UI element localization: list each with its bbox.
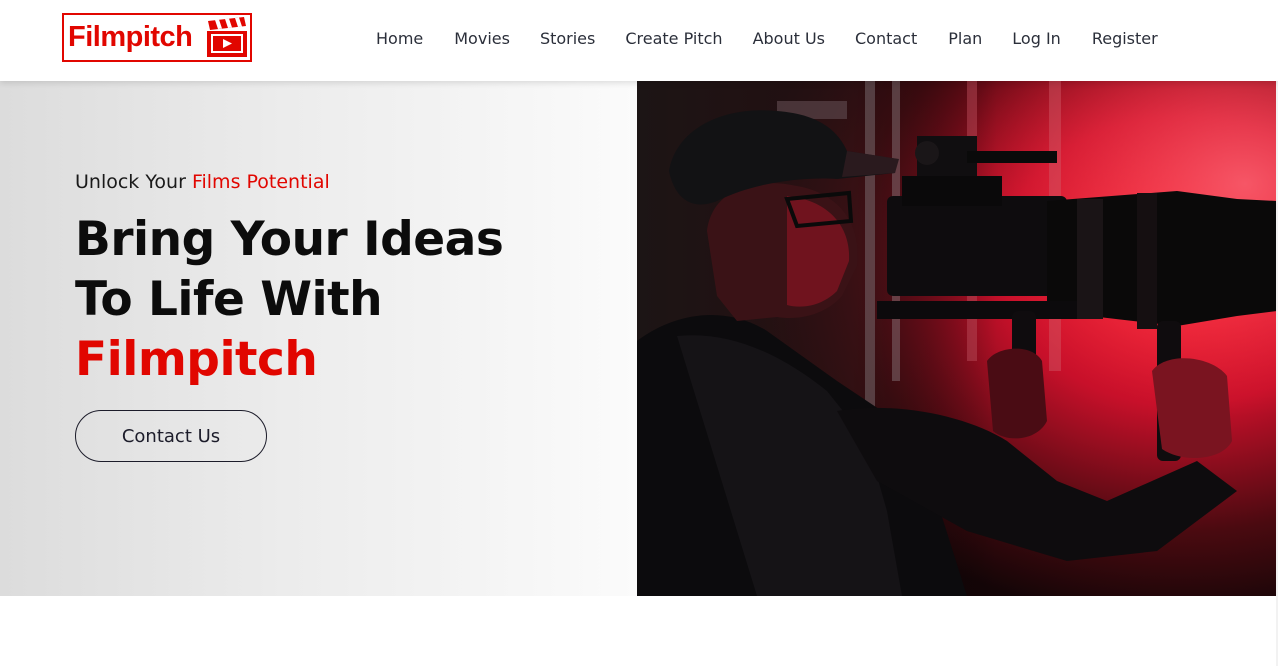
hero-tagline-prefix: Unlock Your	[75, 171, 186, 193]
nav-plan-link[interactable]: Plan	[948, 29, 982, 48]
main-nav: Home Movies Stories Create Pitch About U…	[376, 29, 1158, 48]
clapperboard-play-icon	[207, 17, 247, 57]
hero-image	[637, 81, 1277, 596]
contact-us-button[interactable]: Contact Us	[75, 410, 267, 462]
hero-tagline-accent: Films Potential	[191, 171, 330, 193]
nav-contact-link[interactable]: Contact	[855, 29, 917, 48]
hero-headline-line-1: Bring Your Ideas	[75, 212, 504, 267]
nav-movies-link[interactable]: Movies	[454, 29, 510, 48]
nav-stories-link[interactable]: Stories	[540, 29, 595, 48]
brand-logo[interactable]: Filmpitch	[62, 13, 252, 62]
hero-tagline: Unlock Your Films Potential	[75, 171, 330, 193]
hero-headline: Bring Your Ideas To Life With Filmpitch	[75, 210, 595, 390]
nav-create-pitch-link[interactable]: Create Pitch	[625, 29, 722, 48]
nav-register-link[interactable]: Register	[1092, 29, 1158, 48]
nav-about-us-link[interactable]: About Us	[753, 29, 825, 48]
camera-operator-photo	[637, 81, 1277, 596]
nav-home-link[interactable]: Home	[376, 29, 423, 48]
hero-headline-line-2: To Life With	[75, 272, 383, 327]
brand-logo-text: Filmpitch	[68, 21, 193, 53]
top-navbar: Filmpitch Home Movies Stories Create Pit…	[0, 0, 1278, 81]
hero-headline-brand: Filmpitch	[75, 332, 318, 387]
below-fold-area	[0, 596, 1278, 666]
nav-login-link[interactable]: Log In	[1012, 29, 1061, 48]
